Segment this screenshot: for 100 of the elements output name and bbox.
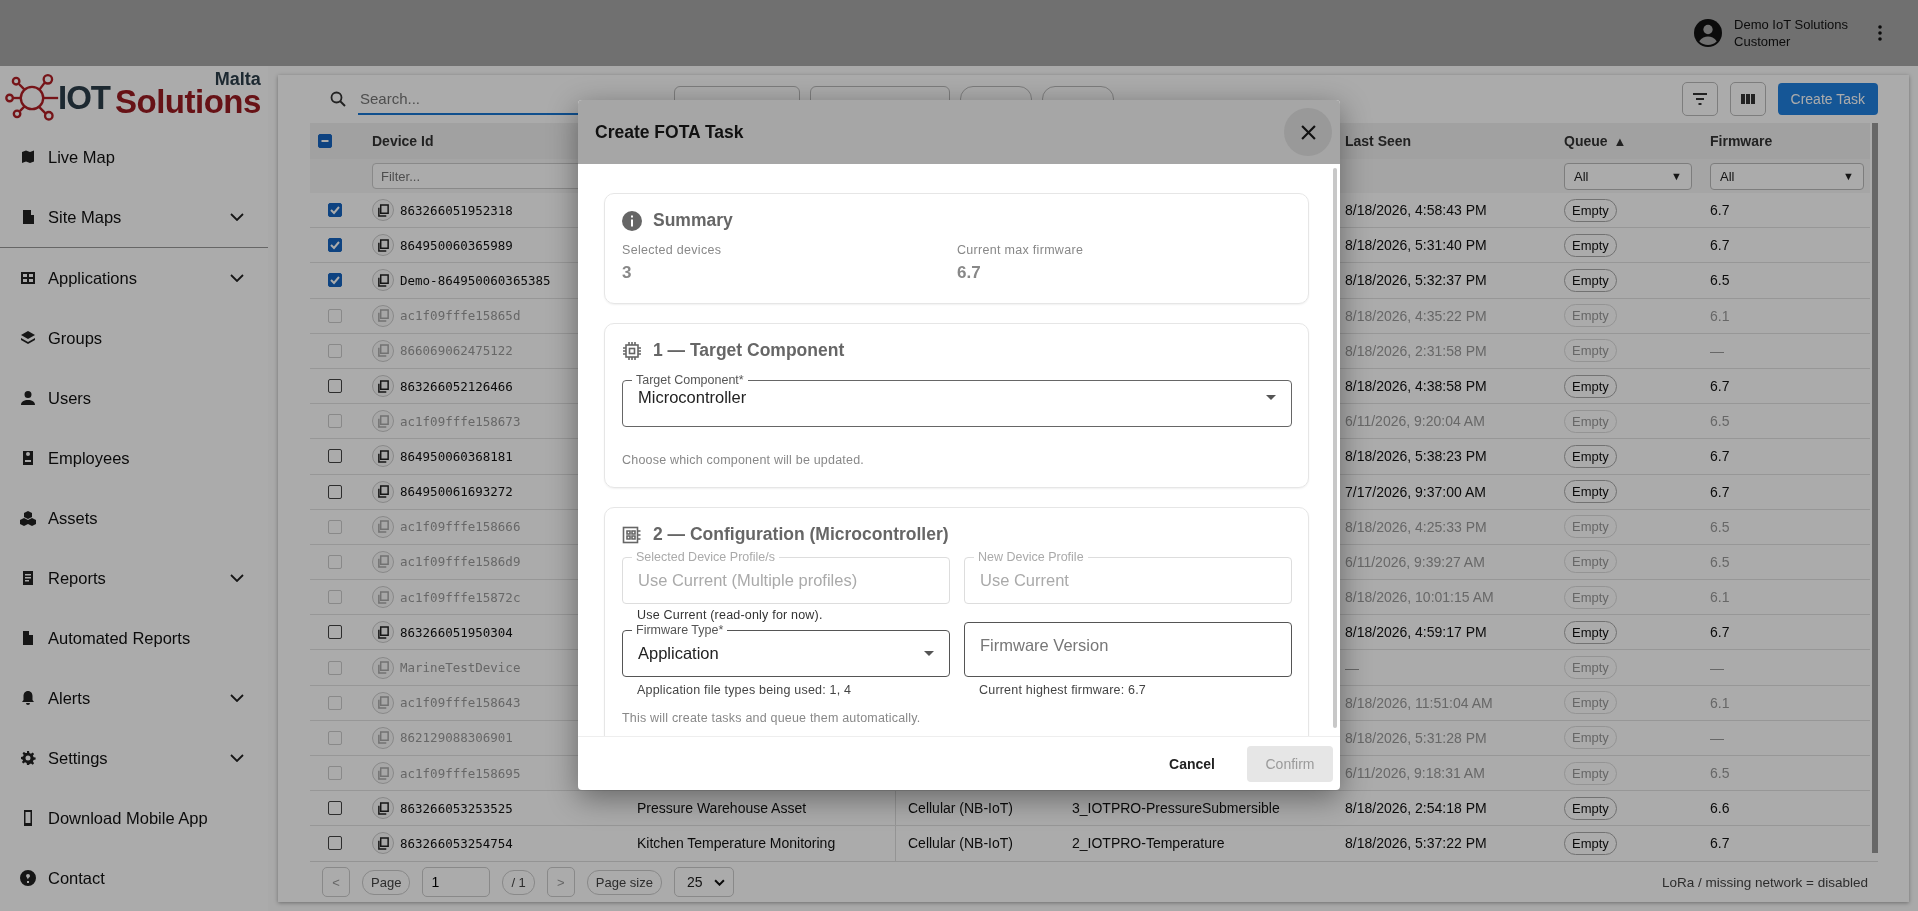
nav-item[interactable]: Reports bbox=[0, 548, 268, 608]
firmware-version: 6.7 bbox=[1710, 202, 1730, 219]
firmware-version-field[interactable]: Firmware Version bbox=[964, 622, 1292, 677]
nav-item[interactable]: Assets bbox=[0, 488, 268, 548]
copy-icon bbox=[376, 696, 390, 710]
cubes-icon bbox=[20, 510, 36, 526]
chevron-down-icon bbox=[230, 574, 244, 582]
row-checkbox[interactable] bbox=[328, 625, 342, 640]
scrollbar[interactable] bbox=[1872, 123, 1878, 853]
firmware-type-select[interactable]: Firmware Type* Application bbox=[622, 622, 950, 677]
row-checkbox[interactable] bbox=[328, 449, 342, 464]
check-icon bbox=[329, 274, 341, 287]
device-id: 863266052126466 bbox=[400, 378, 513, 394]
page-field[interactable]: 1 bbox=[422, 867, 491, 897]
firmware-version: 6.7 bbox=[1710, 835, 1730, 852]
row-checkbox[interactable] bbox=[328, 801, 342, 816]
account-icon[interactable] bbox=[1694, 19, 1723, 47]
copy-icon bbox=[376, 801, 390, 815]
device-id: ac1f09fffe158666 bbox=[400, 519, 521, 535]
device-id: 866069062475122 bbox=[400, 343, 513, 359]
firmware-version: 6.7 bbox=[1710, 448, 1730, 465]
cancel-button[interactable]: Cancel bbox=[1163, 747, 1221, 780]
device-id: ac1f09fffe158695 bbox=[400, 765, 521, 781]
grid-icon bbox=[20, 270, 36, 286]
column-header[interactable]: Firmware bbox=[1710, 133, 1773, 149]
copy-icon bbox=[376, 273, 390, 287]
device-id: 864950060368181 bbox=[400, 448, 513, 464]
nav-item[interactable]: Site Maps bbox=[0, 187, 268, 248]
nav-item[interactable]: Live Map bbox=[0, 127, 268, 187]
target-component-select[interactable]: Target Component* Microcontroller bbox=[622, 372, 1292, 427]
nav-item[interactable]: Applications bbox=[0, 248, 268, 308]
row-checkbox[interactable] bbox=[328, 484, 342, 499]
firmware-filter-select[interactable]: All ▼ bbox=[1710, 162, 1864, 190]
copy-button[interactable] bbox=[372, 797, 394, 820]
last-seen: 8/18/2026, 4:58:43 PM bbox=[1345, 202, 1487, 219]
copy-button[interactable] bbox=[372, 445, 394, 468]
copy-icon bbox=[376, 836, 390, 850]
device-id: Demo-864950060365385 bbox=[400, 272, 551, 288]
copy-icon bbox=[376, 520, 390, 534]
firmware-version: 6.7 bbox=[1710, 624, 1730, 641]
nav-item[interactable]: Settings bbox=[0, 728, 268, 788]
help-icon bbox=[20, 870, 36, 886]
bell-icon bbox=[20, 690, 36, 706]
summary-value: 3 bbox=[622, 263, 633, 283]
layers-icon bbox=[20, 330, 36, 346]
device-id: ac1f09fffe15872c bbox=[400, 589, 521, 605]
row-checkbox[interactable] bbox=[328, 379, 342, 394]
copy-icon bbox=[376, 661, 390, 675]
copy-button[interactable] bbox=[372, 269, 394, 292]
copy-icon bbox=[376, 625, 390, 639]
queue-filter-select[interactable]: All ▼ bbox=[1564, 162, 1692, 190]
page-size-label: Page size bbox=[586, 869, 662, 895]
more-icon[interactable] bbox=[1878, 25, 1882, 41]
nav-item[interactable]: Alerts bbox=[0, 668, 268, 728]
last-seen: 8/18/2026, 4:59:17 PM bbox=[1345, 624, 1487, 641]
firmware-version: 6.5 bbox=[1710, 553, 1730, 570]
copy-button[interactable] bbox=[372, 832, 394, 855]
nav-item[interactable]: Groups bbox=[0, 308, 268, 368]
firmware-version: 6.5 bbox=[1710, 272, 1730, 289]
row-checkbox[interactable] bbox=[328, 273, 342, 288]
nav-item[interactable]: Contact bbox=[0, 848, 268, 908]
info-icon bbox=[622, 210, 642, 231]
section-title: 1 — Target Component bbox=[653, 340, 845, 361]
firmware-version: 6.5 bbox=[1710, 413, 1730, 430]
row-checkbox[interactable] bbox=[328, 203, 342, 218]
logo-text: IOT bbox=[58, 78, 110, 117]
copy-button[interactable] bbox=[372, 199, 394, 222]
scrollbar[interactable] bbox=[1333, 168, 1337, 728]
copy-button[interactable] bbox=[372, 234, 394, 257]
device-id: ac1f09fffe1586d9 bbox=[400, 554, 521, 570]
device-name: Pressure Warehouse Asset bbox=[637, 800, 807, 817]
firmware-version: 6.7 bbox=[1710, 378, 1730, 395]
copy-button[interactable] bbox=[372, 375, 394, 398]
firmware-version: 6.5 bbox=[1710, 518, 1730, 535]
columns-button[interactable] bbox=[1729, 82, 1766, 116]
select-all-checkbox[interactable] bbox=[318, 134, 332, 148]
nav-item[interactable]: Automated Reports bbox=[0, 608, 268, 668]
helper-text: This will create tasks and queue them automatically. bbox=[622, 711, 922, 725]
copy-button[interactable] bbox=[372, 480, 394, 503]
page-size-select[interactable]: 25 bbox=[673, 867, 734, 897]
nav-item[interactable]: Users bbox=[0, 368, 268, 428]
column-header[interactable]: Last Seen bbox=[1345, 133, 1412, 149]
confirm-button: Confirm bbox=[1247, 745, 1333, 782]
firmware-version: 6.1 bbox=[1710, 307, 1730, 324]
close-button[interactable] bbox=[1284, 108, 1332, 156]
copy-button[interactable] bbox=[372, 621, 394, 644]
device-id: ac1f09fffe15865d bbox=[400, 308, 521, 324]
device-id: 863266051952318 bbox=[400, 202, 513, 218]
row-checkbox[interactable] bbox=[328, 238, 342, 253]
caret-icon bbox=[1266, 395, 1276, 400]
nav-item[interactable]: Download Mobile App bbox=[0, 788, 268, 848]
nav-item[interactable]: Employees bbox=[0, 428, 268, 488]
search-icon bbox=[330, 91, 346, 107]
column-header[interactable]: Device Id bbox=[372, 133, 434, 149]
user-role: Customer bbox=[1734, 33, 1792, 50]
filter-button[interactable] bbox=[1681, 82, 1718, 116]
column-header[interactable]: Queue bbox=[1564, 133, 1608, 149]
helper-text: Application file types being used: 1, 4 bbox=[636, 683, 853, 697]
network-type: Cellular (NB-IoT) bbox=[908, 800, 1013, 817]
row-checkbox[interactable] bbox=[328, 836, 342, 851]
